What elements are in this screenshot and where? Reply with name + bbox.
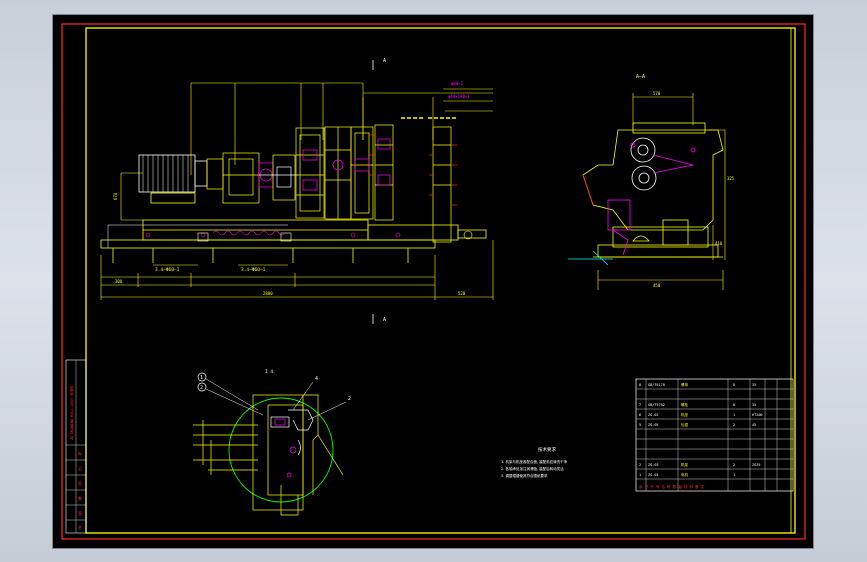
cad-drawing-viewport[interactable]: A A φ40×1 φ40×180×1 670 3.4—Φ60—1 3.4—Φ6… [53, 15, 813, 548]
inner-frame [85, 27, 796, 534]
outer-frame [61, 23, 806, 540]
bom-row-5-qty: 2 [733, 463, 735, 467]
dim-label-top-right-2: φ40×180×1 [448, 94, 470, 99]
balloon-2-right-label: 2 [348, 396, 351, 402]
notes-item-2: 2. 各轴承处加注润滑脂, 装配后转动灵活 [501, 466, 564, 471]
detail-view-i: I 4 1 2 4 2 [193, 369, 351, 516]
notes-item-1: 1. 机架与机座各配合面, 装配前应清洗干净 [501, 459, 568, 464]
side-cell-2: 记 [78, 465, 82, 471]
roll-stand-3 [350, 126, 374, 220]
section-dim-right-1: 325 [727, 176, 735, 181]
side-cell-3: 处 [78, 480, 82, 486]
bom-row-3-name: 机座 [681, 412, 689, 417]
section-marker-top: A [383, 58, 386, 64]
bom-row-4-mat: 45 [752, 423, 756, 427]
bom-row-5-mat: ZG35 [752, 463, 760, 467]
notes-item-3: 3. 调整辊缝使其符合图纸要求 [501, 473, 548, 478]
bom-row-6-code: ZG-01 [648, 473, 659, 477]
section-marker-bottom: A [383, 317, 386, 323]
bom-row-1-no: 8 [639, 383, 641, 387]
bom-table: 8 GB/T6170 螺母 8 35 7 GB/T5782 螺栓 8 35 6 … [635, 378, 794, 492]
bom-row-6-qty: 1 [733, 473, 735, 477]
section-rolls [630, 137, 694, 191]
side-vertical-text: ZG_DRAWING MILL-ASSY 标准件 [69, 385, 74, 440]
section-view-a-a: A—A 570 325 410 450 [568, 74, 735, 290]
section-view-title: A—A [636, 74, 645, 80]
bom-row-1-mat: 35 [752, 383, 756, 387]
dim-label-left-height: 670 [113, 192, 118, 200]
base-frame [100, 219, 487, 263]
cad-drawing: A A φ40×1 φ40×180×1 670 3.4—Φ60—1 3.4—Φ6… [61, 23, 806, 540]
bom-row-6-name: 电机 [681, 472, 689, 477]
anchor-feet [197, 230, 473, 242]
bom-row-1-code: GB/T6170 [648, 383, 665, 387]
side-cell-4: 数 [78, 495, 82, 501]
balloon-1: 1 [197, 372, 259, 411]
bom-row-2-qty: 8 [733, 403, 735, 407]
bom-row-5-name: 机架 [681, 462, 689, 467]
bom-row-6-no: 1 [639, 473, 641, 477]
bom-row-1-name: 螺母 [681, 382, 689, 387]
side-cell-6: 名 [78, 524, 82, 530]
bom-row-4-code: ZG-05 [648, 423, 659, 427]
section-dim-width-top: 570 [653, 91, 661, 96]
side-cell-5: 签 [78, 510, 82, 516]
bom-row-4-name: 轧辊 [681, 422, 689, 427]
balloon-4: 4 [292, 376, 318, 411]
balloon-4-label: 4 [315, 376, 318, 382]
section-magenta-parts [607, 142, 696, 256]
bom-row-4-qty: 2 [733, 423, 735, 427]
bom-row-2-name: 螺栓 [681, 402, 689, 407]
balloon-2-right: 2 [307, 396, 351, 421]
bom-row-3-qty: 1 [733, 413, 735, 417]
notes-heading: 技术要求 [538, 446, 556, 453]
dim-label-top-right-1: φ40×1 [451, 81, 464, 86]
section-dim-bottom: 450 [653, 283, 661, 288]
balloon-1-label: 1 [200, 375, 203, 381]
roll-stand-2 [324, 126, 352, 220]
bom-footer: 序 号 代 号 名 称 数 量 材 料 备 注 [639, 484, 705, 489]
technical-notes: 技术要求 1. 机架与机座各配合面, 装配前应清洗干净 2. 各轴承处加注润滑脂… [501, 446, 568, 478]
balloon-2-label: 2 [200, 385, 203, 391]
side-cell-1: 标 [78, 450, 82, 456]
gearbox [206, 152, 298, 204]
bom-row-3-no: 6 [639, 413, 641, 417]
bom-row-3-mat: HT200 [752, 413, 763, 417]
main-front-view: A A φ40×1 φ40×180×1 670 3.4—Φ60—1 3.4—Φ6… [100, 58, 494, 324]
motor [138, 154, 208, 204]
dim-label-right-offset: 520 [458, 291, 466, 296]
detail-view-title: I 4 [265, 369, 273, 375]
bom-row-2-mat: 35 [752, 403, 756, 407]
callout-bolt-left: 3.4—Φ60—1 [155, 267, 180, 273]
bom-row-3-code: ZG-02 [648, 413, 659, 417]
bom-row-4-no: 5 [639, 423, 641, 427]
bom-row-2-no: 7 [639, 403, 641, 407]
bom-row-5-no: 2 [639, 463, 641, 467]
bom-row-1-qty: 8 [733, 383, 735, 387]
anchor-bolts [145, 230, 401, 238]
guide-stand [369, 124, 394, 221]
dim-label-total-length: 2800 [263, 291, 273, 296]
roll-stand-1 [295, 127, 325, 219]
dim-label-left-offset: 300 [115, 279, 123, 284]
callout-bolt-mid: 3.4—Φ60—1 [241, 267, 266, 273]
bom-row-5-code: ZG-03 [648, 463, 659, 467]
bom-row-2-code: GB/T5782 [648, 403, 665, 407]
side-title-block: ZG_DRAWING MILL-ASSY 标准件 标 记 处 数 签 名 [65, 359, 87, 534]
